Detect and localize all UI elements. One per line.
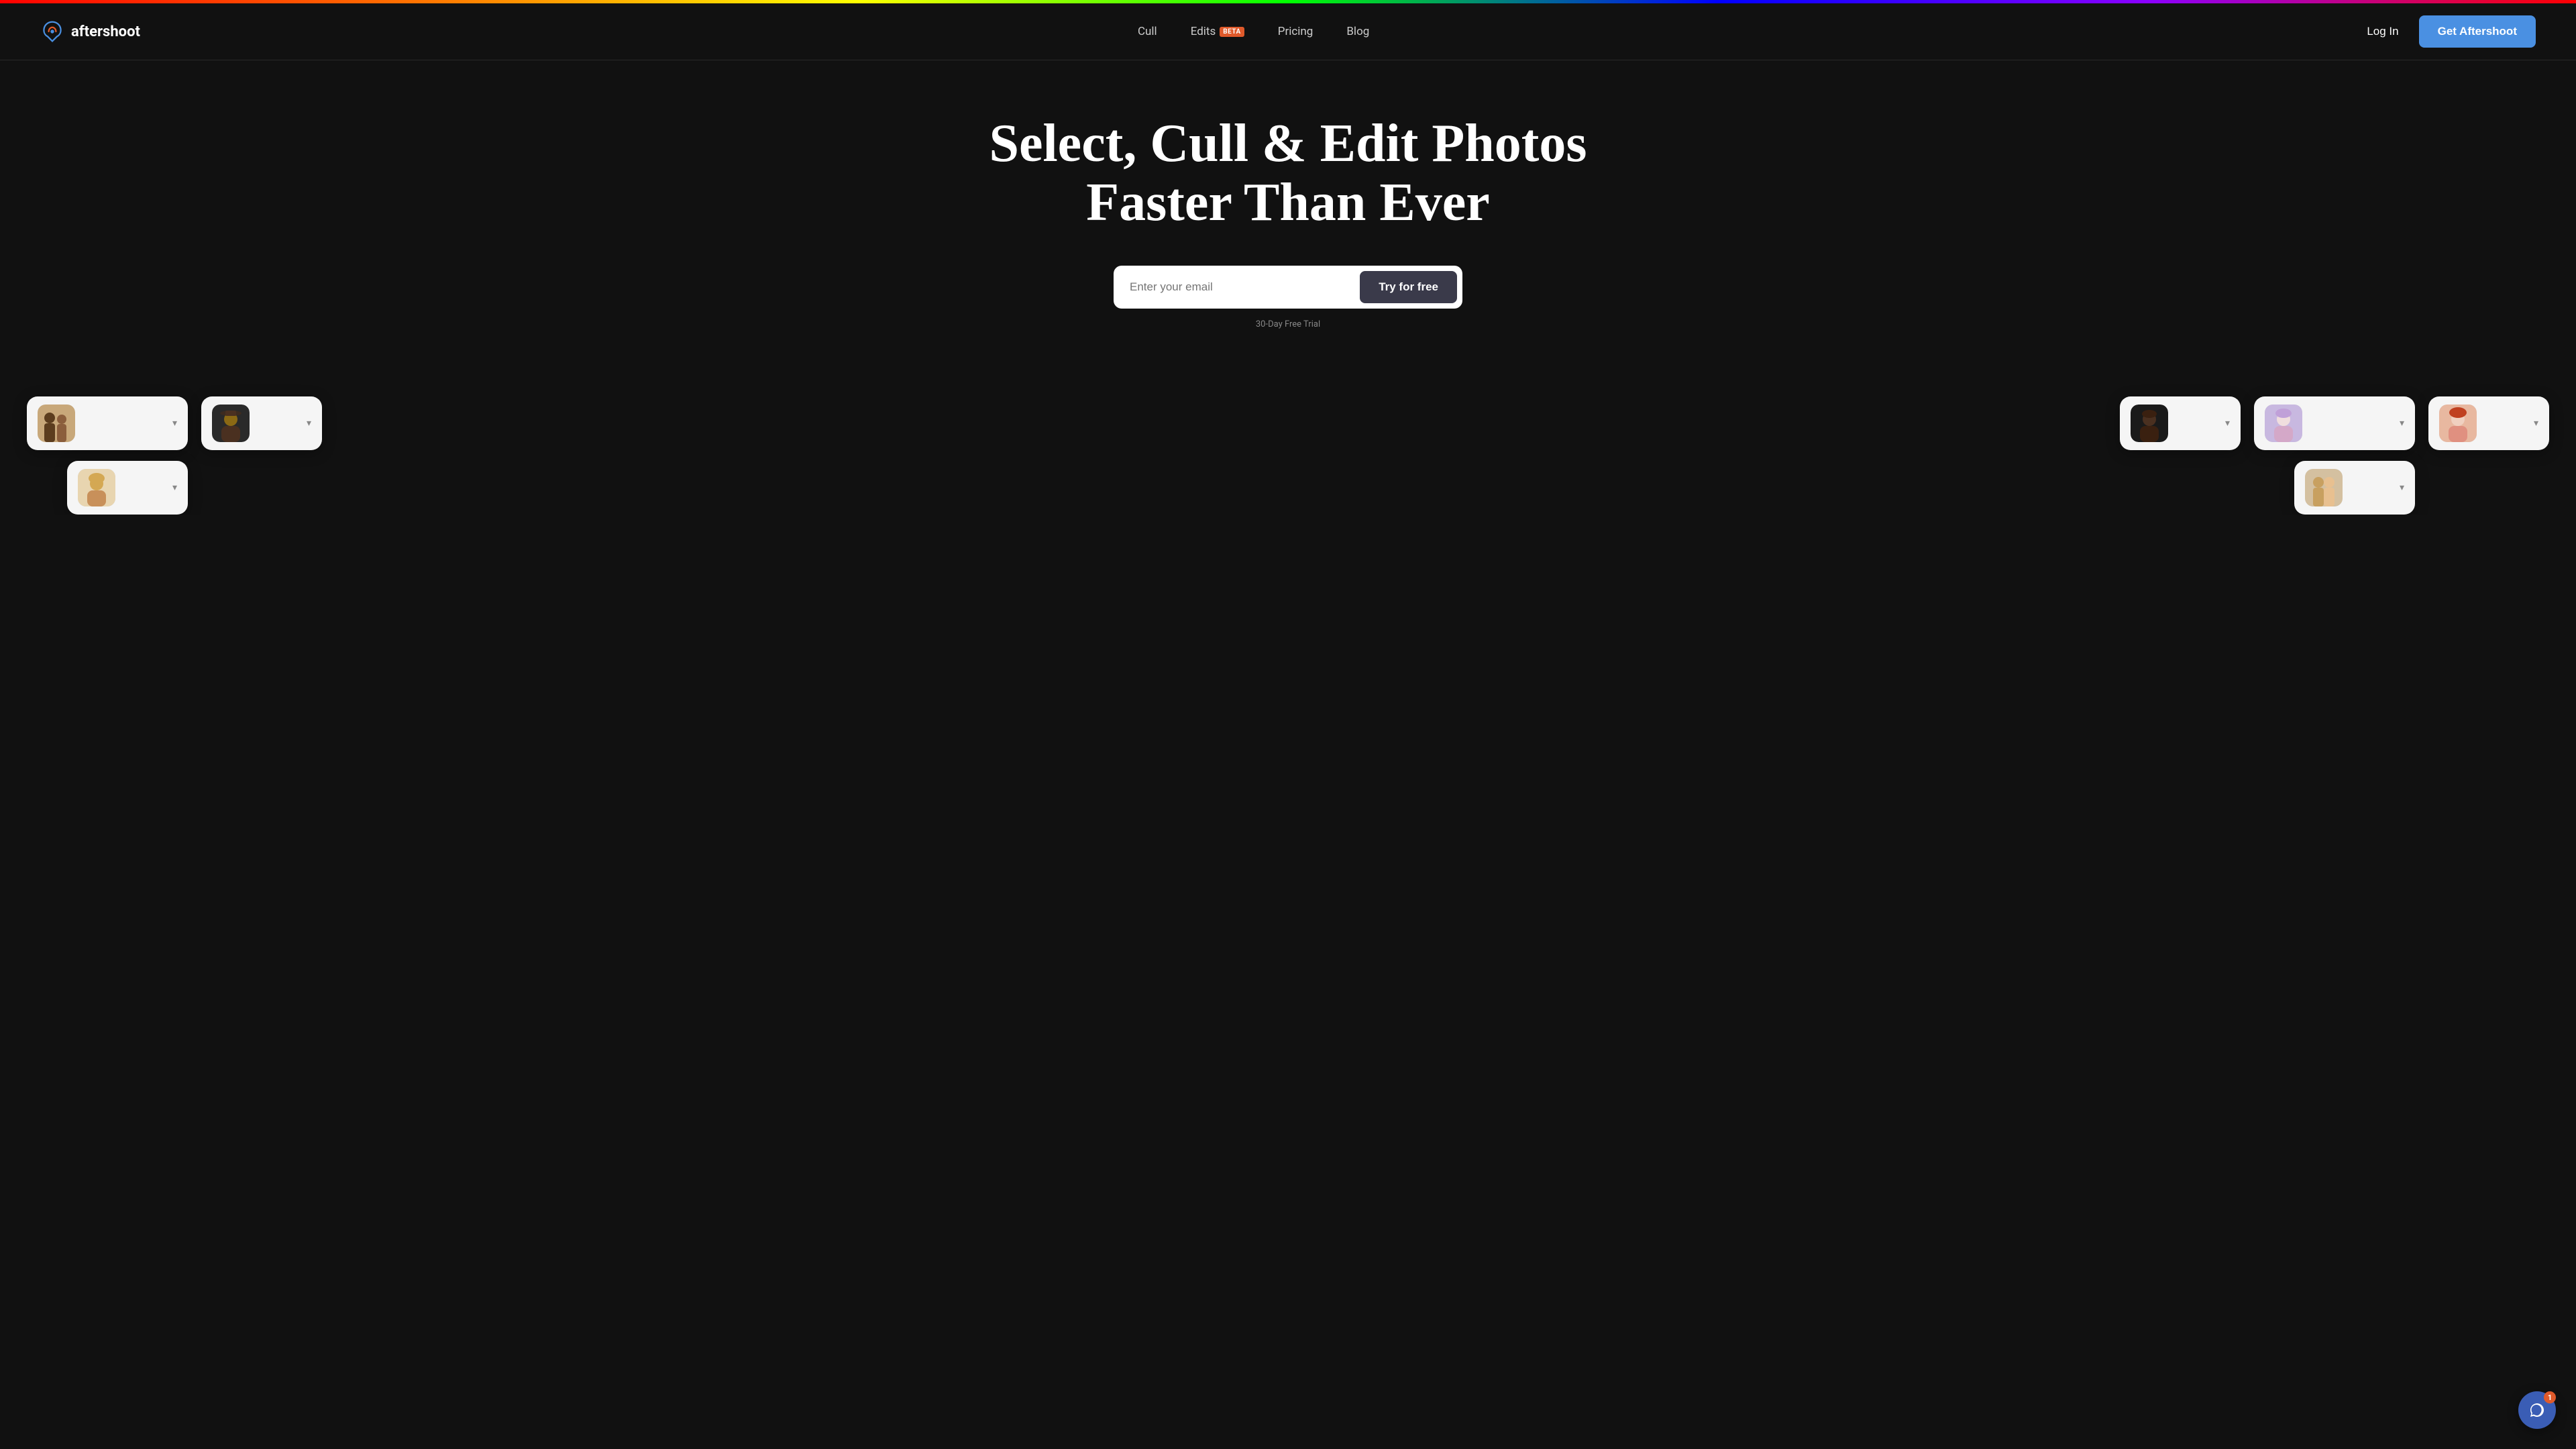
hero-title: Select, Cull & Edit Photos Faster Than E… — [989, 114, 1587, 232]
avatar-1 — [38, 405, 75, 442]
photo-card-2[interactable]: ▾ — [67, 461, 188, 515]
chevron-down-icon-7: ▾ — [2534, 418, 2538, 429]
try-for-free-button[interactable]: Try for free — [1360, 271, 1457, 303]
photo-column-3: ▾ — [2120, 396, 2241, 450]
photo-card-3[interactable]: ▾ — [201, 396, 322, 450]
chat-icon — [2529, 1402, 2545, 1418]
email-input[interactable] — [1119, 272, 1360, 302]
avatar-2 — [78, 469, 115, 506]
photo-card-1[interactable]: ▾ — [27, 396, 188, 450]
trial-note: 30-Day Free Trial — [1256, 319, 1320, 329]
photo-cards-section: ▾ ▾ — [0, 370, 2576, 515]
nav-actions: Log In Get Aftershoot — [2367, 15, 2536, 48]
navbar: aftershoot Cull Edits BETA Pricing Blog … — [0, 3, 2576, 60]
logo[interactable]: aftershoot — [40, 19, 140, 44]
logo-text: aftershoot — [71, 23, 140, 40]
photo-column-2: ▾ — [201, 396, 322, 450]
nav-links: Cull Edits BETA Pricing Blog — [1138, 25, 1369, 38]
login-button[interactable]: Log In — [2367, 25, 2398, 38]
photo-card-5[interactable]: ▾ — [2254, 396, 2415, 450]
chevron-down-icon-6: ▾ — [2400, 482, 2404, 493]
nav-link-blog[interactable]: Blog — [1346, 25, 1369, 38]
photo-column-4: ▾ ▾ — [2254, 396, 2415, 515]
photo-column-1: ▾ ▾ — [27, 396, 188, 515]
avatar-7 — [2439, 405, 2477, 442]
chat-button[interactable]: 1 — [2518, 1391, 2556, 1429]
beta-badge: BETA — [1220, 27, 1244, 37]
avatar-6 — [2305, 469, 2343, 506]
nav-link-cull[interactable]: Cull — [1138, 25, 1157, 38]
photo-card-4[interactable]: ▾ — [2120, 396, 2241, 450]
chevron-down-icon-1: ▾ — [172, 418, 177, 429]
photo-card-6[interactable]: ▾ — [2294, 461, 2415, 515]
photo-column-5: ▾ — [2428, 396, 2549, 450]
nav-link-pricing[interactable]: Pricing — [1278, 25, 1313, 38]
avatar-4 — [2131, 405, 2168, 442]
get-aftershoot-button[interactable]: Get Aftershoot — [2419, 15, 2536, 48]
chat-badge: 1 — [2544, 1391, 2556, 1403]
email-form: Try for free — [1114, 266, 1462, 309]
nav-link-edits[interactable]: Edits BETA — [1191, 25, 1244, 38]
chevron-down-icon-2: ▾ — [172, 482, 177, 493]
chevron-down-icon-3: ▾ — [307, 418, 311, 429]
chevron-down-icon-5: ▾ — [2400, 418, 2404, 429]
photo-card-7[interactable]: ▾ — [2428, 396, 2549, 450]
logo-icon — [40, 19, 64, 44]
avatar-5 — [2265, 405, 2302, 442]
hero-section: Select, Cull & Edit Photos Faster Than E… — [0, 60, 2576, 370]
chevron-down-icon-4: ▾ — [2225, 418, 2230, 429]
avatar-3 — [212, 405, 250, 442]
